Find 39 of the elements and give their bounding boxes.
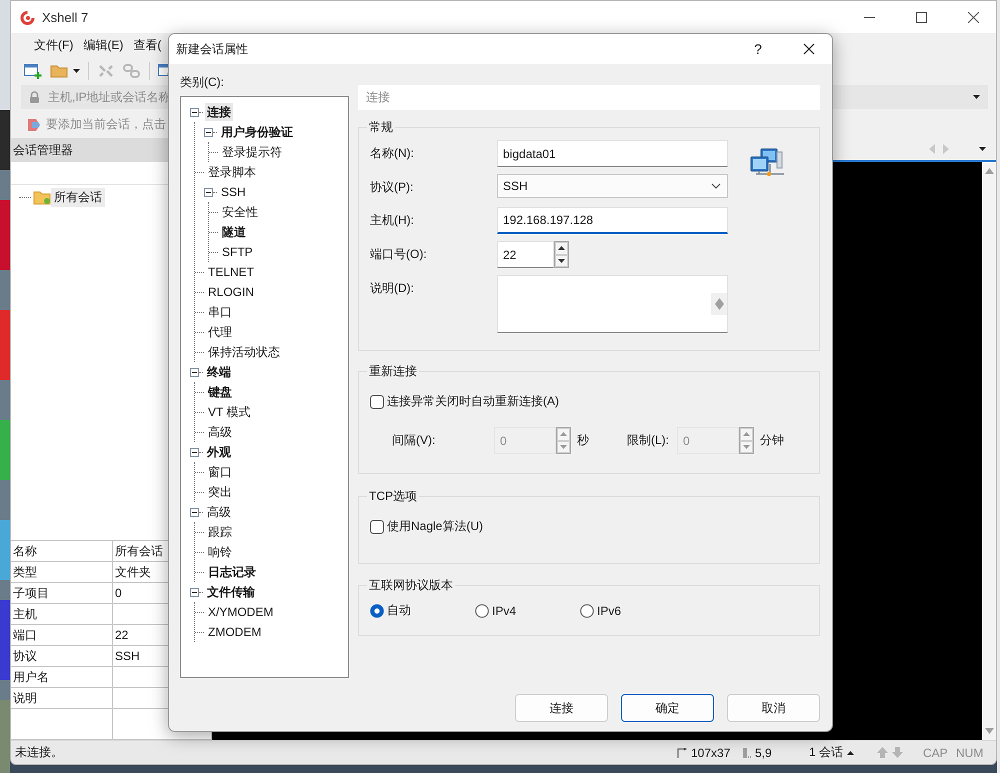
table-cell: 说明 [11, 688, 112, 708]
group-title: 互联网协议版本 [367, 577, 455, 593]
window-title: Xshell 7 [42, 10, 90, 24]
checkbox-label: 连接异常关闭时自动重新连接(A) [387, 393, 559, 410]
field-label: 端口号(O): [370, 246, 428, 263]
hint-text: 要添加当前会话，点击 [46, 116, 166, 133]
unit-label: 分钟 [759, 432, 785, 449]
status-text: NUM [956, 746, 984, 760]
group-title: 常规 [367, 119, 395, 135]
table-cell: 类型 [11, 562, 112, 582]
dialog-title: 新建会话属性 [176, 40, 249, 58]
table-cell: 协议 [11, 646, 112, 666]
field-label: 间隔(V): [392, 432, 436, 449]
status-text: 1 会话 [809, 744, 844, 761]
category-label: 类别(C): [180, 74, 225, 91]
status-text: 未连接。 [14, 744, 64, 761]
status-text: 107x37 [691, 746, 730, 760]
page-title: 连接 [358, 85, 820, 110]
field-label: 协议(P): [370, 179, 414, 196]
option-label: 自动 [387, 602, 411, 619]
field-label: 限制(L): [627, 432, 670, 449]
field-label: 名称(N): [370, 145, 415, 162]
field-label: 说明(D): [370, 280, 415, 297]
group-title: 重新连接 [367, 363, 419, 379]
checkbox-label: 使用Nagle算法(U) [387, 518, 484, 535]
number-field: 0 [494, 427, 556, 454]
unit-label: 秒 [576, 432, 590, 449]
status-text: 5,9 [755, 746, 772, 760]
status-text: CAP [923, 746, 949, 760]
option-label: IPv4 [492, 604, 516, 618]
table-cell: 用户名 [11, 666, 112, 688]
table-cell: 端口 [11, 624, 112, 646]
table-cell: 名称 [11, 540, 112, 562]
table-cell: 子项目 [11, 582, 112, 604]
option-label: IPv6 [597, 604, 622, 618]
table-cell: 主机 [11, 604, 112, 624]
group-title: TCP选项 [367, 488, 419, 504]
field-label: 主机(H): [370, 212, 415, 229]
number-field: 0 [677, 427, 739, 454]
